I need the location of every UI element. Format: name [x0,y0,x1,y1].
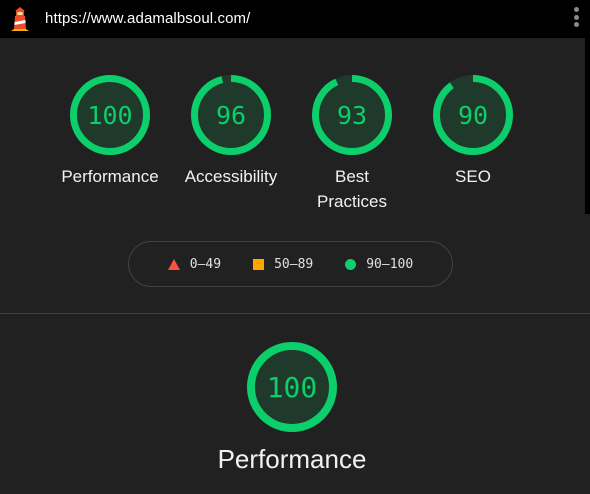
gauge-score: 96 [216,101,246,130]
gauge-ring-performance: 100 [70,75,150,155]
gauge-ring-accessibility: 96 [191,75,271,155]
performance-section-gauge: 100 [247,342,337,432]
gauge-performance[interactable]: 100 Performance [50,73,170,189]
lighthouse-icon [11,7,29,31]
gauge-label: SEO [455,167,491,186]
gauge-best-practices[interactable]: 93 Best Practices [292,73,412,214]
gauge-label: Performance [61,167,159,186]
kebab-menu-icon[interactable] [571,7,581,31]
legend-range: 50–89 [274,256,314,272]
divider [0,313,590,314]
section-title: Performance [217,444,367,474]
legend-item-average: 50–89 [253,257,313,272]
legend-range: 0–49 [189,256,222,272]
square-icon [253,258,265,270]
gauge-score: 90 [458,101,488,130]
score-legend: 0–49 50–89 90–100 [128,241,453,287]
gauge-accessibility[interactable]: 96 Accessibility [171,73,291,189]
legend-item-fail: 0–49 [167,256,222,272]
circle-icon [345,258,357,270]
legend-item-pass: 90–100 [345,257,413,272]
page-url: https://www.adamalbsoul.com/ [45,10,251,27]
gauge-ring-seo: 90 [433,75,513,155]
triangle-icon [167,258,180,270]
gauge-label: Best Practices [317,167,387,211]
gauge-score: 100 [87,101,132,130]
gauge-score: 100 [267,371,318,404]
gauge-score: 93 [337,101,367,130]
gauge-seo[interactable]: 90 SEO [413,73,533,189]
top-bar: https://www.adamalbsoul.com/ [0,0,590,38]
gauge-ring-best-practices: 93 [312,75,392,155]
gauge-label: Accessibility [184,167,278,186]
legend-range: 90–100 [366,256,414,272]
scrollbar[interactable] [585,38,590,214]
